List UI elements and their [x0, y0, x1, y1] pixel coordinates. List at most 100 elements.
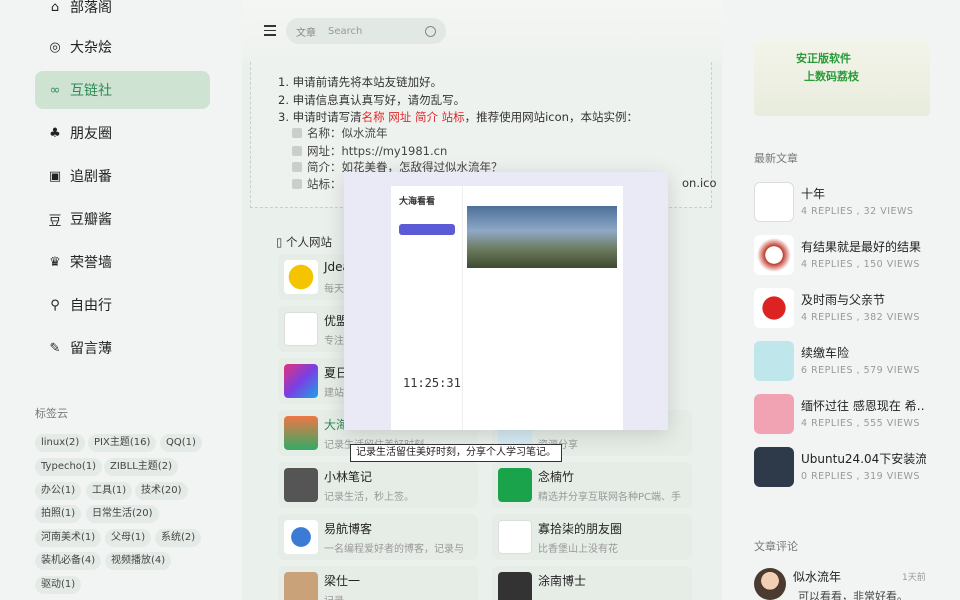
tag[interactable]: 驱动(1): [35, 576, 82, 594]
tv-icon: ▣: [48, 168, 62, 184]
sidebar-item-misc[interactable]: ◎ 大杂烩: [35, 28, 210, 66]
preview-nav: [399, 320, 455, 331]
site-logo: [284, 416, 318, 450]
preview-sidebar: 大海看看 11:25:31: [391, 186, 463, 430]
tree-icon: ♣: [49, 125, 61, 141]
sidebar-item-label: 朋友圈: [70, 126, 112, 142]
tag[interactable]: 日常生活(20): [86, 505, 159, 523]
edit-icon: ✎: [49, 340, 61, 356]
preview-nav: [399, 336, 455, 347]
required-fields: 名称 网址 简介 站标: [361, 110, 465, 124]
apply-item: 站标：: [292, 176, 342, 192]
sidebar-item-douban[interactable]: 豆豆瓣酱: [35, 200, 210, 238]
post-thumbnail: [754, 447, 794, 487]
recent-post[interactable]: 及时雨与父亲节 4 REPLIES , 382 VIEWS: [754, 288, 930, 328]
icon-suffix: on.ico: [682, 176, 717, 190]
tag[interactable]: 系统(2): [155, 529, 202, 547]
link-card[interactable]: 梁仕一记录: [278, 566, 478, 600]
preview-nav: [399, 288, 455, 299]
sidebar-item-label: 豆瓣酱: [70, 212, 112, 228]
preview-nav: [399, 304, 455, 315]
post-thumbnail: [754, 288, 794, 328]
sidebar-item-label: 部落阁: [70, 0, 112, 16]
sidebar-item-label: 大杂烩: [70, 40, 112, 56]
sidebar-item-friends[interactable]: ♣ 朋友圈: [35, 114, 210, 152]
tag[interactable]: 河南美术(1): [35, 529, 102, 547]
preview-banner-image: [467, 206, 617, 268]
sidebar-item-label: 留言薄: [70, 341, 112, 357]
tag[interactable]: PIX主题(16): [88, 434, 157, 452]
tag[interactable]: 工具(1): [86, 482, 133, 500]
comment-author[interactable]: 似水流年: [793, 568, 841, 585]
apply-line-3: 3. 申请时请写清名称 网址 简介 站标，推荐使用网站icon，本站实例：: [278, 110, 638, 124]
bean-icon: 豆: [48, 213, 62, 229]
tag[interactable]: 装机必备(4): [35, 552, 102, 570]
search-category[interactable]: 文章: [296, 24, 316, 39]
tag[interactable]: QQ(1): [160, 434, 202, 452]
left-sidebar: ⌂ 部落阁 ◎ 大杂烩 ∞ 互链社 ♣ 朋友圈 ▣ 追剧番 豆豆瓣酱 ♛ 荣誉墙 ⚲ 自由行 …: [0, 0, 242, 600]
sidebar-item-label: 荣誉墙: [70, 255, 112, 271]
sidebar-item-guestbook[interactable]: ✎ 留言薄: [35, 329, 210, 367]
post-thumbnail: [754, 341, 794, 381]
site-logo: [498, 572, 532, 600]
checkbox-icon: [292, 179, 302, 189]
sidebar-item-drama[interactable]: ▣ 追剧番: [35, 157, 210, 195]
preview-nav: [399, 352, 455, 363]
map-icon: ⚲: [50, 297, 60, 313]
preview-nav: [399, 272, 455, 283]
tag[interactable]: linux(2): [35, 434, 86, 452]
link-card[interactable]: 易航博客 一名编程爱好者的博客，记录与: [278, 514, 478, 560]
apply-item: 网址：https://my1981.cn: [292, 143, 447, 159]
link-card[interactable]: 小林笔记 记录生活，秒上签。: [278, 462, 478, 508]
tag[interactable]: 视频播放(4): [105, 552, 172, 570]
link-card[interactable]: 涂南博士: [492, 566, 692, 600]
sidebar-item-links[interactable]: ∞ 互链社: [35, 71, 210, 109]
search-input[interactable]: Search: [328, 26, 425, 37]
comments-title: 文章评论: [754, 540, 798, 553]
ad-line-2: 上数码荔枝: [804, 70, 859, 83]
tag[interactable]: 技术(20): [135, 482, 188, 500]
post-thumbnail: [754, 235, 794, 275]
checkbox-icon: [292, 146, 302, 156]
link-card[interactable]: 寡拾柒的朋友圈 比香堡山上没有花: [492, 514, 692, 560]
ad-banner[interactable]: 安正版软件 上数码荔枝: [754, 40, 930, 116]
link-card[interactable]: 念楠竹 精选并分享互联网各种PC端、手: [492, 462, 692, 508]
tag[interactable]: ZIBLL主题(2): [104, 458, 178, 476]
tag[interactable]: Typecho(1): [35, 458, 103, 476]
sidebar-item-label: 自由行: [70, 298, 112, 314]
award-icon: ♛: [49, 254, 61, 270]
checkbox-icon: [292, 128, 302, 138]
apply-line-1: 1. 申请前请先将本站友链加好。: [278, 75, 443, 89]
link-icon: ∞: [49, 82, 61, 98]
recent-post[interactable]: 续缴车险 6 REPLIES , 579 VIEWS: [754, 341, 930, 381]
home-icon: ⌂: [50, 0, 60, 15]
recent-post[interactable]: 十年 4 REPLIES , 32 VIEWS: [754, 182, 930, 222]
right-sidebar: 安正版软件 上数码荔枝 最新文章 十年 4 REPLIES , 32 VIEWS …: [722, 0, 960, 600]
tag[interactable]: 办公(1): [35, 482, 82, 500]
comment-text: 可以看看，非常好看。: [798, 590, 908, 600]
recent-post[interactable]: 有结果就是最好的结果 4 REPLIES , 150 VIEWS: [754, 235, 930, 275]
apply-item: 名称：似水流年: [292, 125, 388, 141]
sidebar-item-travel[interactable]: ⚲ 自由行: [35, 286, 210, 324]
site-logo: [498, 468, 532, 502]
recent-posts-title: 最新文章: [754, 152, 798, 165]
top-header: 文章 Search: [242, 0, 722, 62]
preview-nav: [399, 256, 455, 267]
sidebar-item-home[interactable]: ⌂ 部落阁: [35, 0, 210, 26]
checkbox-icon: [292, 162, 302, 172]
tooltip: 记录生活留住美好时刻，分享个人学习笔记。: [350, 444, 562, 462]
preview-clock: 11:25:31: [403, 376, 461, 390]
tag[interactable]: 父母(1): [105, 529, 152, 547]
site-logo: [498, 520, 532, 554]
site-logo: [284, 520, 318, 554]
search-icon[interactable]: [425, 25, 436, 37]
recent-post[interactable]: 缅怀过往 感恩现在 希… 4 REPLIES , 555 VIEWS: [754, 394, 930, 434]
site-logo: [284, 572, 318, 600]
search-box[interactable]: 文章 Search: [286, 18, 446, 44]
recent-post[interactable]: Ubuntu24.04下安装流… 0 REPLIES , 319 VIEWS: [754, 447, 930, 487]
bookmark-icon: ▯: [276, 235, 283, 249]
menu-icon[interactable]: [264, 25, 276, 36]
tag[interactable]: 拍照(1): [35, 505, 82, 523]
sidebar-item-honor[interactable]: ♛ 荣誉墙: [35, 243, 210, 281]
comment-avatar[interactable]: [754, 568, 786, 600]
